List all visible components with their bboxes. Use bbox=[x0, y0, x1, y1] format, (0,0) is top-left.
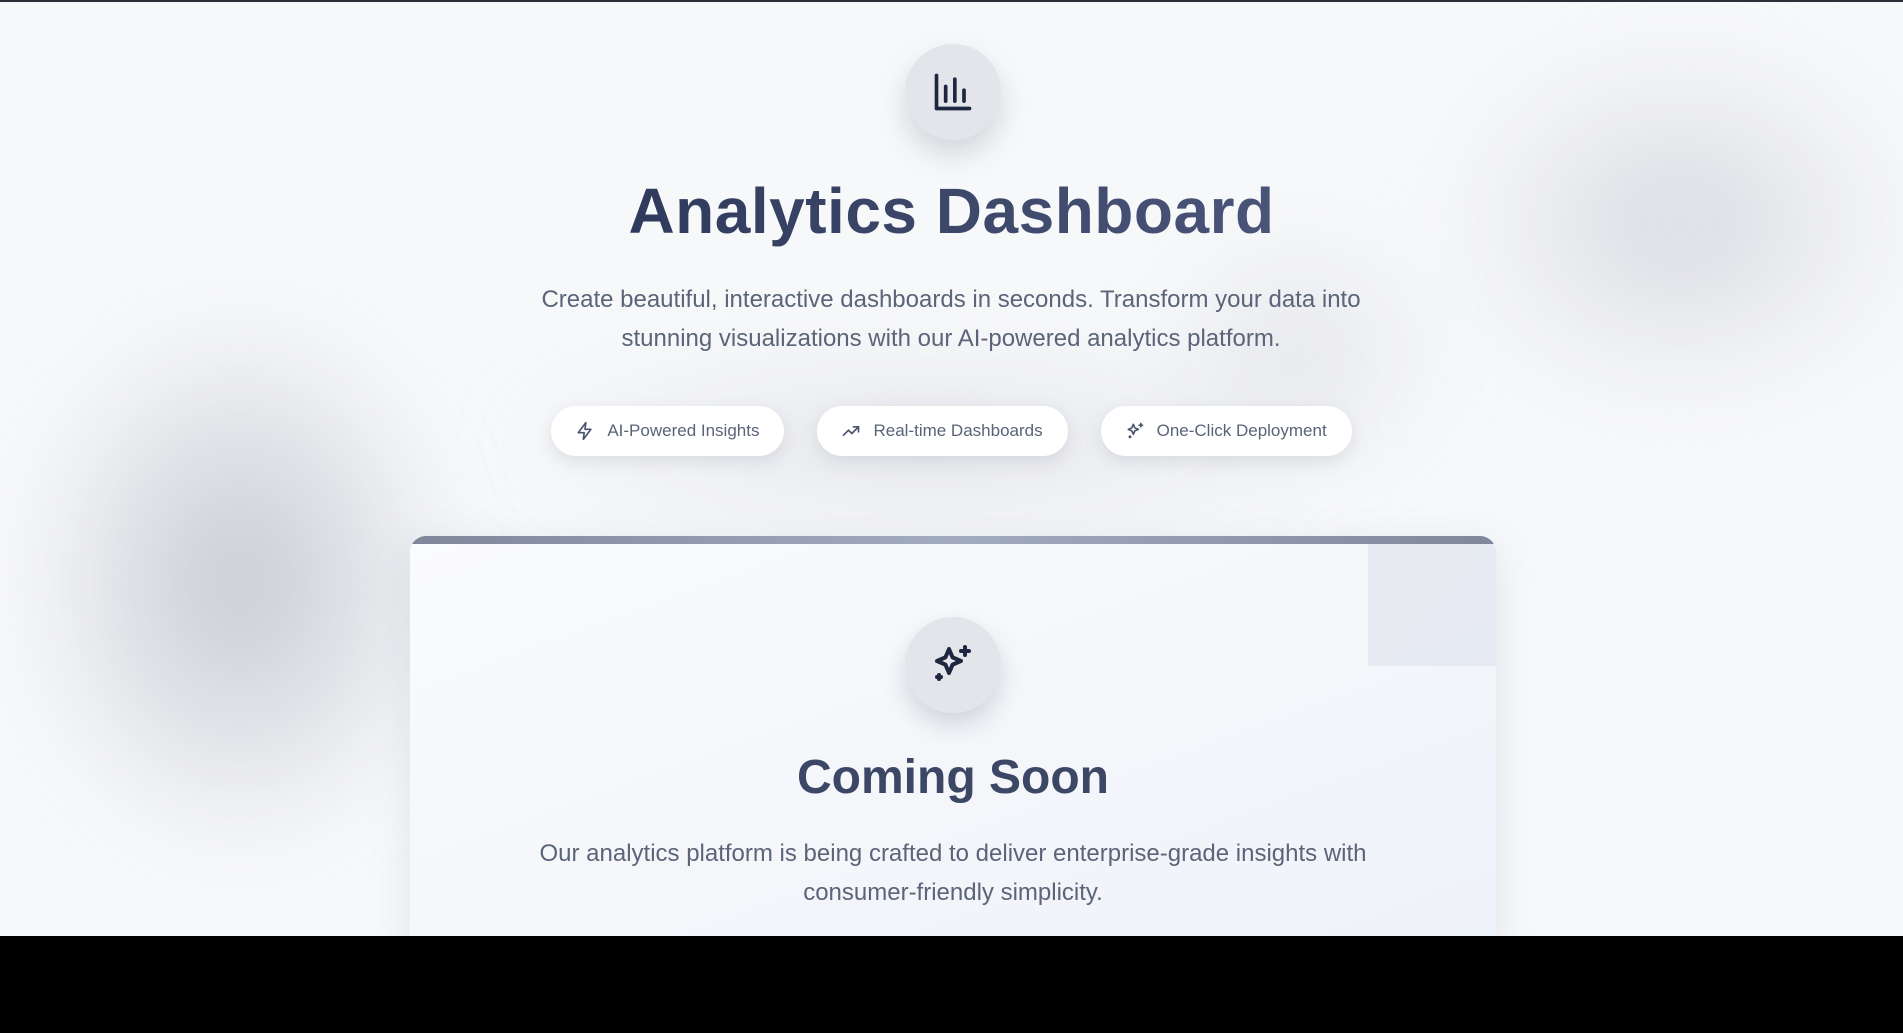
page-title: Analytics Dashboard bbox=[0, 172, 1903, 250]
page-subtitle: Create beautiful, interactive dashboards… bbox=[541, 286, 1361, 352]
feature-pill-label: One-Click Deployment bbox=[1156, 421, 1327, 440]
coming-soon-card: Coming Soon Our analytics platform is be… bbox=[410, 536, 1496, 936]
card-corner-decoration bbox=[1368, 544, 1496, 666]
landing-page: Analytics Dashboard Create beautiful, in… bbox=[0, 0, 1903, 936]
coming-soon-description: Our analytics platform is being crafted … bbox=[539, 840, 1367, 906]
card-accent-bar bbox=[410, 536, 1496, 544]
zap-icon bbox=[575, 421, 595, 441]
trending-up-icon bbox=[841, 421, 861, 441]
feature-pill-one-click-deployment[interactable]: One-Click Deployment bbox=[1100, 406, 1352, 456]
sparkles-icon bbox=[905, 617, 1001, 713]
feature-pill-label: Real-time Dashboards bbox=[873, 421, 1043, 440]
page-title-text: Analytics Dashboard bbox=[628, 175, 1275, 247]
feature-pill-realtime-dashboards[interactable]: Real-time Dashboards bbox=[817, 406, 1068, 456]
feature-pill-ai-insights[interactable]: AI-Powered Insights bbox=[551, 406, 785, 456]
feature-pill-label: AI-Powered Insights bbox=[607, 421, 760, 440]
coming-soon-title: Coming Soon bbox=[797, 751, 1109, 804]
feature-pills: AI-Powered Insights Real-time Dashboards bbox=[0, 406, 1903, 456]
sparkles-icon bbox=[1125, 421, 1145, 441]
background-blur-left bbox=[30, 322, 450, 842]
bar-chart-icon bbox=[905, 44, 1001, 140]
